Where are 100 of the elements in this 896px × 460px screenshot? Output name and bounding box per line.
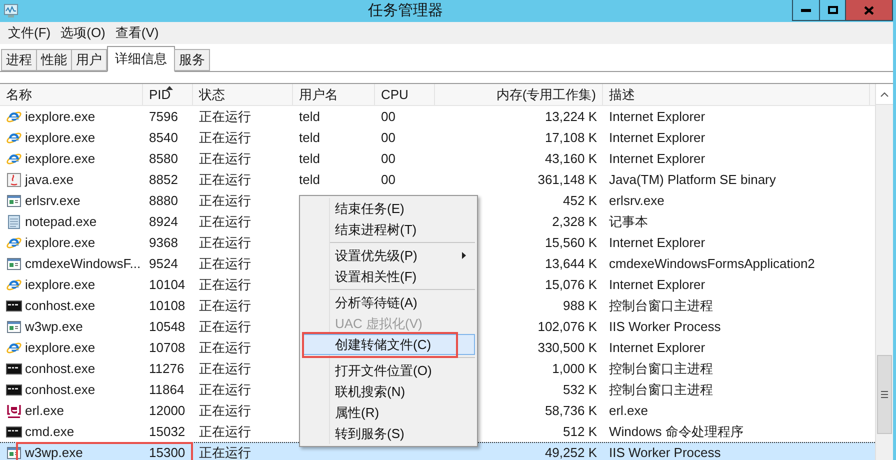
process-name: iexplore.exe — [25, 234, 96, 252]
context-menu-item[interactable]: 打开文件位置(O) — [302, 360, 475, 381]
pid-cell: 8924 — [149, 214, 178, 229]
cpu-cell: 00 — [381, 108, 396, 124]
pid-cell: 15032 — [149, 424, 186, 439]
close-button[interactable] — [846, 0, 892, 20]
process-name: erlsrv.exe — [25, 192, 80, 210]
java-icon — [6, 172, 22, 188]
pid-cell: 9524 — [149, 256, 178, 271]
user-cell: teld — [299, 130, 320, 145]
description-cell: 控制台窗口主进程 — [609, 298, 713, 313]
memory-cell-text: 988 K — [563, 296, 597, 315]
pid-cell: 15300 — [149, 445, 186, 460]
memory-cell-text: 2,328 K — [552, 212, 597, 231]
status-cell: 正在运行 — [199, 298, 251, 313]
window-icon — [6, 256, 22, 272]
scrollbar[interactable] — [875, 84, 893, 460]
process-name: conhost.exe — [25, 360, 96, 378]
status-cell: 正在运行 — [199, 402, 251, 418]
description-cell: 控制台窗口主进程 — [609, 360, 713, 376]
context-menu-item[interactable]: 结束进程树(T) — [302, 219, 475, 240]
status-cell: 正在运行 — [199, 382, 251, 397]
description-cell: Internet Explorer — [609, 276, 706, 292]
status-cell: 正在运行 — [199, 192, 251, 208]
pid-cell: 12000 — [149, 402, 186, 418]
memory-cell-text: 49,252 K — [544, 444, 597, 460]
app-icon — [3, 4, 19, 18]
tab[interactable]: 服务 — [174, 49, 210, 71]
column-header[interactable]: 状态 — [193, 84, 293, 105]
menu-item[interactable]: 查看(V) — [110, 23, 164, 43]
description-cell: cmdexeWindowsFormsApplication2 — [609, 256, 815, 271]
process-name: iexplore.exe — [25, 128, 96, 147]
pid-cell: 11864 — [149, 382, 184, 397]
scroll-up-icon — [880, 92, 889, 96]
process-name: iexplore.exe — [25, 338, 96, 357]
user-cell: teld — [299, 172, 320, 187]
description-cell: Internet Explorer — [609, 150, 706, 166]
column-header[interactable]: 描述 — [603, 84, 870, 105]
process-name: iexplore.exe — [25, 276, 96, 294]
process-name: erl.exe — [25, 402, 64, 420]
process-name: iexplore.exe — [25, 150, 96, 168]
console-icon — [6, 382, 22, 398]
status-cell: 正在运行 — [199, 340, 251, 355]
pid-cell: 8580 — [149, 150, 178, 166]
process-name: conhost.exe — [25, 380, 96, 399]
description-cell: Internet Explorer — [609, 130, 706, 145]
sort-up-icon — [166, 86, 173, 90]
process-name: w3wp.exe — [25, 444, 83, 460]
column-header[interactable]: 内存(专用工作集) — [435, 84, 603, 105]
pid-cell: 7596 — [149, 108, 178, 124]
context-menu-item[interactable]: 属性(R) — [302, 402, 475, 423]
process-name: iexplore.exe — [25, 108, 96, 126]
pid-cell: 10708 — [149, 340, 186, 355]
status-cell: 正在运行 — [199, 445, 251, 460]
status-cell: 正在运行 — [199, 256, 251, 271]
description-cell: 记事本 — [609, 214, 648, 229]
status-cell: 正在运行 — [199, 276, 251, 292]
memory-cell-text: 102,076 K — [538, 318, 597, 336]
cpu-cell: 00 — [381, 172, 396, 187]
context-menu-item[interactable]: 转到服务(S) — [302, 423, 475, 444]
pid-cell: 10548 — [149, 318, 186, 334]
column-header[interactable]: CPU — [375, 84, 435, 105]
notepad-icon — [6, 214, 22, 230]
memory-cell-text: 452 K — [563, 192, 597, 210]
pid-cell: 10104 — [149, 276, 186, 292]
column-header[interactable]: 名称 — [0, 84, 143, 105]
memory-cell-text: 15,560 K — [544, 234, 597, 252]
status-cell: 正在运行 — [199, 150, 251, 166]
description-cell: erl.exe — [609, 402, 648, 418]
tab[interactable]: 性能 — [36, 49, 72, 71]
context-menu-item[interactable]: 创建转储文件(C) — [302, 334, 475, 355]
console-icon — [6, 360, 22, 376]
memory-cell-text: 361,148 K — [538, 170, 597, 189]
context-menu-item[interactable]: 分析等待链(A) — [302, 292, 475, 313]
description-cell: Java(TM) Platform SE binary — [609, 172, 776, 187]
column-header[interactable]: PID — [143, 84, 193, 105]
menu-item[interactable]: 文件(F) — [3, 23, 56, 43]
pid-cell: 9368 — [149, 234, 178, 250]
selected-row[interactable]: w3wp.exe 15300 正在运行 49,252 K IIS Worker Process — [0, 442, 875, 460]
status-cell: 正在运行 — [199, 172, 251, 187]
pid-cell: 10108 — [149, 298, 186, 313]
description-cell: 控制台窗口主进程 — [609, 382, 713, 397]
context-menu-item[interactable]: 设置相关性(F) — [302, 266, 475, 287]
menu-item[interactable]: 选项(O) — [56, 23, 110, 43]
window-icon — [6, 192, 22, 208]
memory-cell-text: 43,160 K — [544, 150, 597, 168]
tab[interactable]: 详细信息 — [107, 46, 175, 72]
tab[interactable]: 进程 — [1, 49, 37, 71]
context-menu-item[interactable]: 联机搜索(N) — [302, 381, 475, 402]
process-name: cmdexeWindowsF... — [25, 254, 141, 273]
memory-cell-text: 13,644 K — [544, 254, 597, 273]
scroll-thumb[interactable] — [877, 355, 892, 434]
column-header[interactable]: 用户名 — [293, 84, 375, 105]
pid-cell: 11276 — [149, 360, 184, 376]
memory-cell-text: 330,500 K — [538, 338, 597, 357]
context-menu-item[interactable]: 结束任务(E) — [302, 198, 475, 219]
context-menu-item[interactable]: 设置优先级(P) — [302, 245, 475, 266]
status-cell: 正在运行 — [199, 424, 251, 439]
tab[interactable]: 用户 — [71, 49, 107, 71]
pid-cell: 8852 — [149, 172, 178, 187]
